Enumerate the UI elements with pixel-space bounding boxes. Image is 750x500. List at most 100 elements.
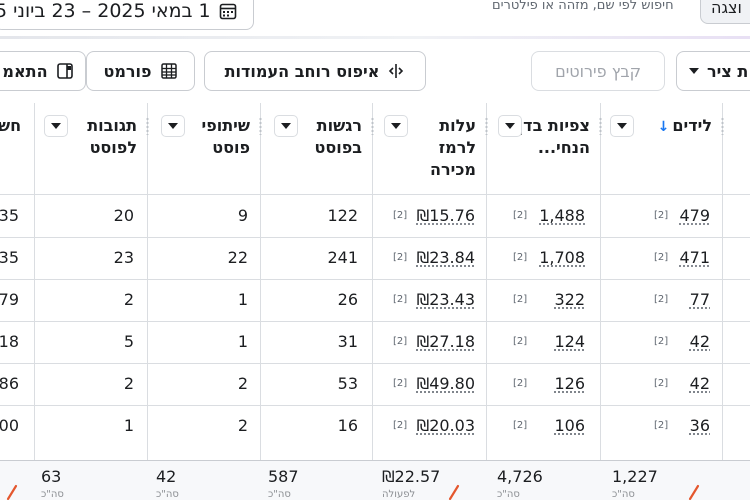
table-cell-reactions: 53 xyxy=(338,363,358,405)
table-cell-views[interactable]: 322 xyxy=(554,279,585,321)
total-views: 4,726 xyxy=(497,467,543,486)
column-menu-button[interactable] xyxy=(610,115,634,137)
table-cell-cost[interactable]: ₪23.43 xyxy=(417,279,475,321)
chevron-down-icon xyxy=(617,123,627,129)
total-cost-caption: לפעולה xyxy=(382,489,416,500)
row-divider xyxy=(0,237,750,238)
table-cell-views[interactable]: 1,708 xyxy=(539,237,585,279)
table-cell-comments: 2 xyxy=(124,363,134,405)
chevron-down-icon xyxy=(281,123,291,129)
total-leads: 1,227 xyxy=(612,467,658,486)
edit-pencil-icon xyxy=(688,484,700,500)
drag-handle-icon[interactable] xyxy=(599,117,602,135)
cell-value: 26 xyxy=(337,290,358,309)
cell-value: ₪23.84 xyxy=(416,248,475,267)
cell-value: 124 xyxy=(554,332,585,351)
attribution-badge: [2] xyxy=(654,294,669,305)
edit-pencil-icon xyxy=(6,484,18,500)
column-header-leads[interactable]: לידים↓ xyxy=(600,103,724,195)
drag-handle-icon[interactable] xyxy=(371,117,374,135)
total-cost: ₪22.57 xyxy=(382,467,441,486)
column-header-partial[interactable]: חש xyxy=(0,103,34,195)
table-cell-leads[interactable]: 471 xyxy=(679,237,710,279)
cell-value: 1,708 xyxy=(539,248,585,267)
column-header-cost-per-lead[interactable]: עלות לרמז מכירה xyxy=(372,103,488,195)
format-label: פורמט xyxy=(103,61,152,81)
chevron-down-icon xyxy=(689,68,699,74)
table-cell-views[interactable]: 126 xyxy=(554,363,585,405)
table-cell-cost[interactable]: ₪27.18 xyxy=(417,321,475,363)
cell-value: 106 xyxy=(554,416,585,435)
cell-value: 1 xyxy=(237,290,248,309)
attribution-badge: [2] xyxy=(393,336,408,347)
row-divider xyxy=(0,363,750,364)
cell-value: 22 xyxy=(227,248,248,267)
cell-value: 322 xyxy=(554,290,585,309)
table-cell-shares: 1 xyxy=(238,279,248,321)
table-cell-edge: 79 xyxy=(0,279,19,321)
column-menu-button[interactable] xyxy=(384,115,408,137)
edit-pencil-icon xyxy=(448,484,460,500)
format-button[interactable]: פורמט xyxy=(86,51,195,91)
attribution-badge: [2] xyxy=(393,420,408,431)
table-cell-leads[interactable]: 479 xyxy=(679,195,710,237)
data-table: לידים↓ צפיות בדף הנחי... עלות לרמז מכירה… xyxy=(0,103,750,500)
attribution-badge: [2] xyxy=(513,420,528,431)
drag-handle-icon[interactable] xyxy=(146,117,149,135)
display-button[interactable]: וצגה xyxy=(700,0,750,24)
total-comments: 63 xyxy=(41,467,62,486)
search-hint: חיפוש לפי שם, מזהה או פילטרים xyxy=(492,0,674,13)
table-cell-cost[interactable]: ₪49.80 xyxy=(417,363,475,405)
chevron-down-icon xyxy=(168,123,178,129)
column-menu-button[interactable] xyxy=(44,115,68,137)
total-leads-caption: סה"כ xyxy=(612,489,635,500)
table-cell-leads[interactable]: 77 xyxy=(690,279,710,321)
table-cell-views[interactable]: 106 xyxy=(554,405,585,447)
cell-value: ₪27.18 xyxy=(416,332,475,351)
row-divider xyxy=(0,279,750,280)
column-menu-button[interactable] xyxy=(498,115,522,137)
column-header-landing-page-views[interactable]: צפיות בדף הנחי... xyxy=(486,103,602,195)
table-cell-leads[interactable]: 42 xyxy=(690,363,710,405)
row-divider xyxy=(0,405,750,406)
attribution-badge: [2] xyxy=(393,210,408,221)
table-cell-reactions: 122 xyxy=(327,195,358,237)
cell-value: 35 xyxy=(0,206,19,225)
column-header-label: רגשות בפוסט xyxy=(314,116,362,157)
table-cell-leads[interactable]: 36 xyxy=(690,405,710,447)
column-header-post-shares[interactable]: שיתופי פוסט xyxy=(147,103,262,195)
table-cell-shares: 9 xyxy=(238,195,248,237)
drag-handle-icon[interactable] xyxy=(259,117,262,135)
column-header-post-comments[interactable]: תגובות לפוסט xyxy=(34,103,149,195)
chart-button[interactable]: ת ציר xyxy=(676,51,750,91)
breakdown-button[interactable]: קבץ פירוטים xyxy=(531,51,665,91)
customize-button[interactable]: התאמ xyxy=(0,51,86,91)
cell-value: 18 xyxy=(0,332,19,351)
table-cell-reactions: 26 xyxy=(338,279,358,321)
attribution-badge: [2] xyxy=(513,210,528,221)
table-cell-cost[interactable]: ₪23.84 xyxy=(417,237,475,279)
drag-handle-icon[interactable] xyxy=(485,117,488,135)
attribution-badge: [2] xyxy=(393,294,408,305)
date-range-picker[interactable]: 1 במאי 2025 – 23 ביוני 5 xyxy=(0,0,254,30)
reset-column-width-button[interactable]: איפוס רוחב העמודות xyxy=(204,51,426,91)
reset-column-width-label: איפוס רוחב העמודות xyxy=(224,61,380,81)
column-menu-button[interactable] xyxy=(161,115,185,137)
display-button-label: וצגה xyxy=(711,0,742,17)
cell-value: 241 xyxy=(327,248,358,267)
table-cell-views[interactable]: 124 xyxy=(554,321,585,363)
table-cell-edge: 18 xyxy=(0,321,19,363)
table-cell-views[interactable]: 1,488 xyxy=(539,195,585,237)
column-header-post-reactions[interactable]: רגשות בפוסט xyxy=(260,103,374,195)
table-cell-edge: 35 xyxy=(0,237,19,279)
table-cell-edge: 00 xyxy=(0,405,19,447)
column-menu-button[interactable] xyxy=(274,115,298,137)
cell-value: 471 xyxy=(679,248,710,267)
table-cell-cost[interactable]: ₪15.76 xyxy=(417,195,475,237)
table-cell-cost[interactable]: ₪20.03 xyxy=(417,405,475,447)
attribution-badge: [2] xyxy=(654,252,669,263)
table-cell-shares: 22 xyxy=(228,237,248,279)
cell-value: 2 xyxy=(123,290,134,309)
cell-value: 5 xyxy=(123,332,134,351)
table-cell-leads[interactable]: 42 xyxy=(690,321,710,363)
